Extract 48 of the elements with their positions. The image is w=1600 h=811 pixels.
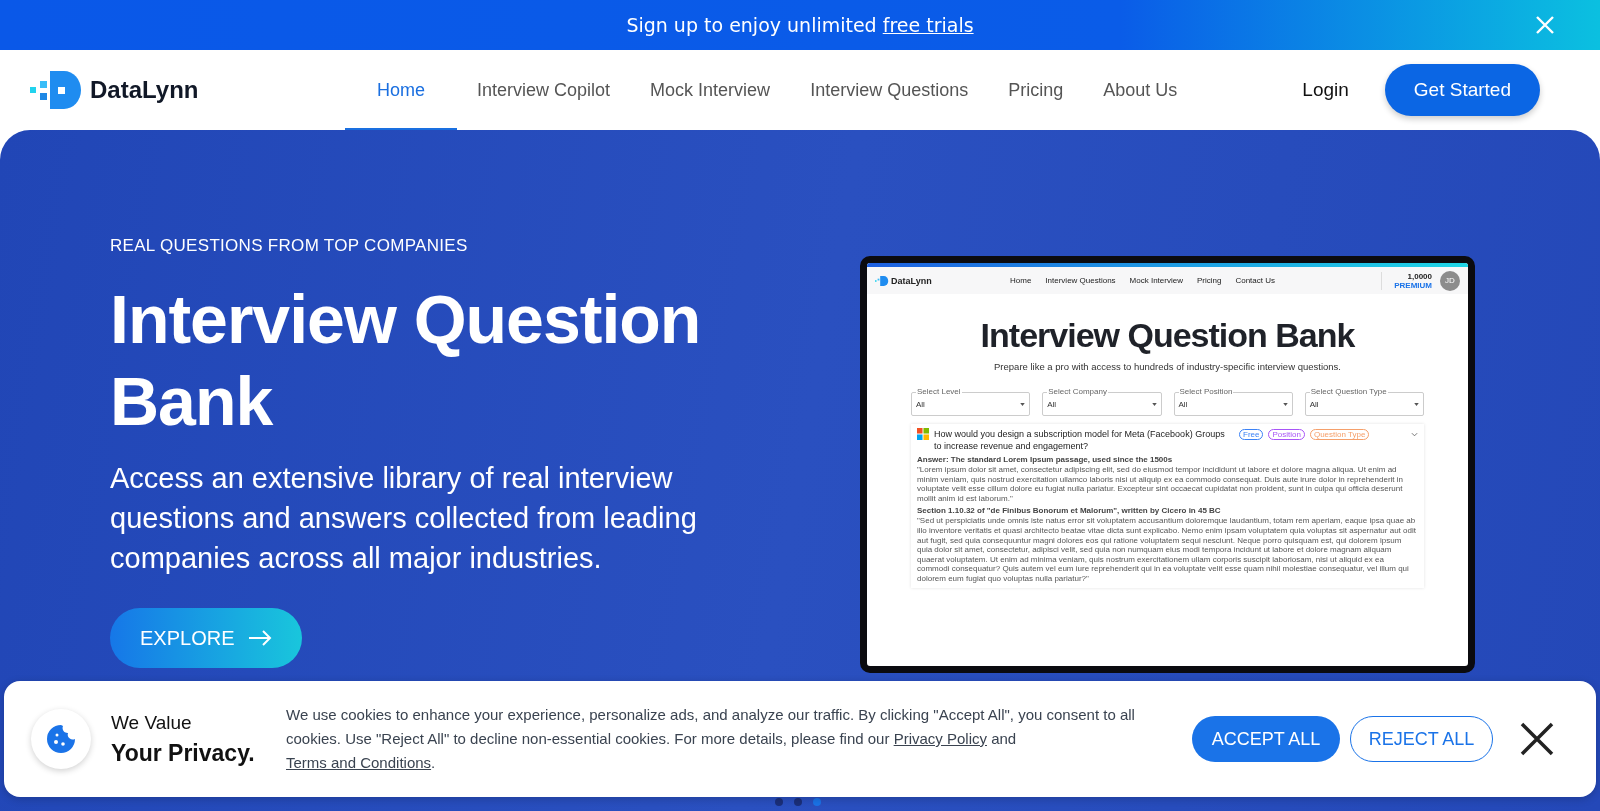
plan-label: PREMIUM xyxy=(1394,280,1432,290)
caret-icon xyxy=(1282,402,1288,406)
free-trials-link[interactable]: free trials xyxy=(882,14,974,36)
carousel-dot[interactable] xyxy=(794,798,802,806)
cookie-icon xyxy=(31,709,91,769)
cookie-title: Your Privacy. xyxy=(111,739,256,767)
page-title: Interview Question Bank xyxy=(980,316,1355,355)
caret-icon xyxy=(1020,402,1026,406)
carousel-dot[interactable] xyxy=(813,798,821,806)
nav-link[interactable]: Interview Questions xyxy=(790,50,989,130)
nav-link[interactable]: Mock Interview xyxy=(630,50,791,130)
nav-link[interactable]: Contact Us xyxy=(1235,276,1275,285)
answer-text: "Lorem ipsum dolor sit amet, consectetur adipiscing elit, sed do eiusmod tempor incididunt ut labore et dolore magna aliqua. Ut enim ad minim veniam, quis nostrud exercitation ullamco laboris nisi ut aliquip ex ea commodo consequat. Duis aute irure dolor in reprehenderit in voluptate velit esse cillum dolore eu fugiat nulla pariatur. Excepteur sint occaecat cupidatat non proident, sunt in culpa qui officia deserunt mollit anim id est laborum." xyxy=(917,465,1405,504)
answer-text: "Sed ut perspiciatis unde omnis iste natus error sit voluptatem accusantium doloremque laudantium, totam rem aperiam, eaque ipsa quae ab illo inventore veritatis et quasi architecto beatae vitae dicta sunt explicabo. Nemo enim ipsam voluptatem quia voluptas sit aspernatur aut odit aut fugit, sed quia consequuntur magni dolores eos qui ratione voluptatem sequi nesciunt. Neque porro quisquam est, qui dolorem ipsum quia dolor sit amet, consectetur, adipisci velit, sed quia non numquam eius modi tempora incidunt ut labore et dolore magnam aliquam quaerat voluptatem. Ut enim ad minima veniam, quis nostrum exercitationem ullam corporis suscipit laboriosam, nisi ut aliquid ex ea commodi consequatur? Quis autem vel eum iure reprehenderit qui in ea voluptate velit esse quam nihil molestiae consequatur, vel illum qui dolorem eum fugiat quo voluptas nulla pariatur?" xyxy=(917,516,1417,584)
hero-description: Access an extensive library of real interview questions and answers collected from leading companies across all major industries. xyxy=(110,461,698,576)
question-text[interactable]: How would you design a subscription model for Meta (Facebook) Groups to increase revenue and engagement? xyxy=(934,428,1234,452)
logo-icon xyxy=(30,71,84,109)
reject-all-button[interactable]: REJECT ALL xyxy=(1350,716,1493,762)
chevron-icon[interactable] xyxy=(1411,432,1418,437)
hero-title: Interview Question Bank xyxy=(110,280,702,441)
login-link[interactable]: Login xyxy=(1302,79,1349,101)
credit-count: 1,0000 xyxy=(1407,271,1432,281)
answer-heading: Answer: The standard Lorem Ipsum passage, used since the 1500s xyxy=(917,455,1174,465)
company-logo-icon xyxy=(917,428,929,440)
policy-link[interactable]: Privacy Policy xyxy=(893,730,987,747)
page-subtitle: Prepare like a pro with access to hundreds of industry-specific interview questions. xyxy=(994,361,1341,372)
caret-icon xyxy=(1414,402,1419,406)
get-started-button[interactable]: Get Started xyxy=(1384,64,1540,116)
accept-all-button[interactable]: ACCEPT ALL xyxy=(1192,716,1340,762)
caret-icon xyxy=(1151,402,1157,406)
logo-icon xyxy=(875,275,889,286)
promo-text: Sign up to enjoy unlimited free trials xyxy=(626,14,974,36)
cookie-title: We Value xyxy=(111,711,193,734)
nav-link[interactable]: Interview Copilot xyxy=(457,50,631,130)
brand-name: DataLynn xyxy=(891,275,932,286)
cookie-text: We use cookies to enhance your experience, personalize ads, and analyze our traffic. By clicking "Accept All", you consent to all cookies. Use "Reject All" to decline non-essential cookies. For more details, please find our Privacy Policy and Terms and Conditions. xyxy=(286,705,1136,773)
close-icon[interactable] xyxy=(1519,721,1555,757)
answer-heading: Section 1.10.32 of "de Finibus Bonorum et Malorum", written by Cicero in 45 BC xyxy=(917,506,1222,517)
eyebrow-text: REAL QUESTIONS FROM TOP COMPANIES xyxy=(110,236,469,256)
nav-link[interactable]: About Us xyxy=(1083,50,1198,130)
nav-link[interactable]: Mock Interview xyxy=(1129,276,1183,285)
nav-link[interactable]: Home xyxy=(1010,276,1032,285)
arrow-icon xyxy=(248,630,273,646)
brand-name: DataLynn xyxy=(90,76,199,104)
nav-link[interactable]: Interview Questions xyxy=(1045,276,1116,285)
nav-link[interactable]: Pricing xyxy=(988,50,1084,130)
carousel-dot[interactable] xyxy=(775,798,783,806)
nav-link[interactable]: Pricing xyxy=(1196,276,1222,285)
